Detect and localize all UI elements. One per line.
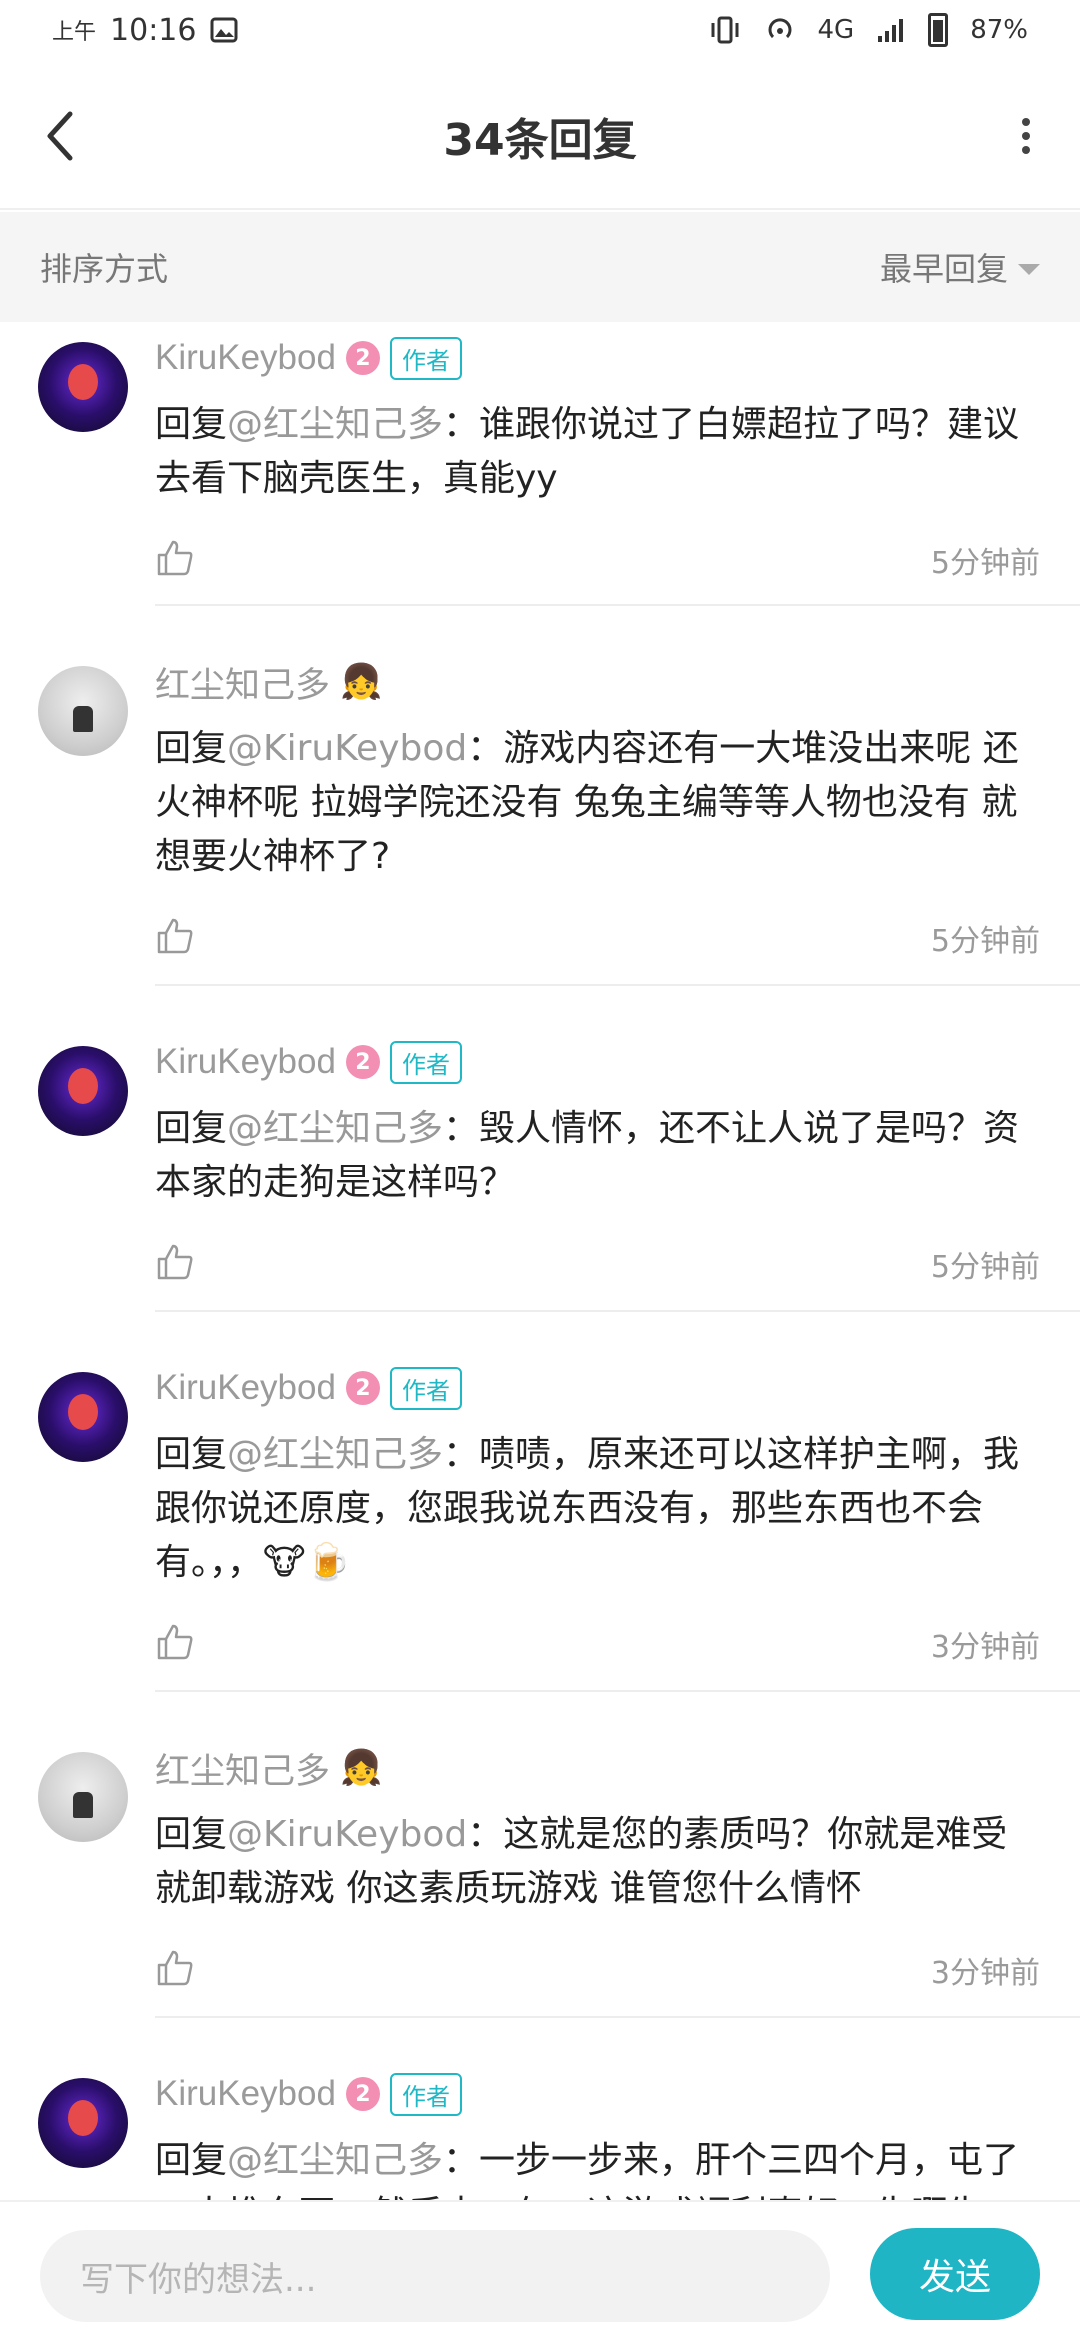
reply-time: 5分钟前 — [930, 1250, 1040, 1285]
reply-prefix: 回复 — [155, 728, 228, 769]
reply-text[interactable]: 回复@红尘知己多：啧啧，原来还可以这样护主啊，我跟你说还原度，您跟我说东西没有，… — [155, 1428, 1080, 1590]
page-title: 34条回复 — [443, 115, 637, 166]
image-icon — [210, 17, 238, 43]
author-tag: 作者 — [389, 336, 462, 380]
mention-link[interactable]: @KiruKeybod — [227, 728, 467, 769]
chevron-down-icon — [1018, 263, 1040, 275]
status-bar: 上午 10:16 4G 87% — [0, 0, 1080, 60]
status-time: 10:16 — [110, 12, 197, 48]
level-badge: 2 — [345, 341, 380, 375]
composer-bar: 写下你的想法... 发送 — [0, 2200, 1080, 2340]
sort-dropdown[interactable]: 最早回复 — [880, 244, 1040, 290]
reply-item: 红尘知己多 👧 回复@KiruKeybod：游戏内容还有一大堆没出来呢 还火神杯… — [0, 606, 1080, 986]
sort-bar: 排序方式 最早回复 — [0, 212, 1080, 322]
battery-level: 87% — [970, 15, 1028, 45]
more-options-icon[interactable] — [1010, 108, 1042, 164]
reply-text[interactable]: 回复@KiruKeybod：游戏内容还有一大堆没出来呢 还火神杯呢 拉姆学院还没… — [155, 722, 1080, 884]
reply-time: 3分钟前 — [930, 1956, 1040, 1991]
mention-link[interactable]: @KiruKeybod — [227, 1814, 467, 1855]
reply-prefix: 回复 — [155, 1434, 228, 1475]
author-tag: 作者 — [389, 1366, 462, 1410]
avatar[interactable] — [38, 1372, 128, 1462]
battery-icon — [928, 13, 949, 47]
reply-item: KiruKeybod 2 作者 回复@红尘知己多：谁跟你说过了白嫖超拉了吗？建议… — [0, 322, 1080, 606]
username[interactable]: KiruKeybod — [155, 338, 336, 378]
thumbs-up-icon[interactable] — [155, 1242, 195, 1282]
username[interactable]: KiruKeybod — [155, 1368, 336, 1408]
level-badge: 2 — [345, 1045, 380, 1079]
level-badge: 2 — [345, 2077, 380, 2111]
status-right: 4G 87% — [708, 13, 1028, 47]
reply-time: 5分钟前 — [930, 924, 1040, 959]
vibrate-icon — [711, 16, 738, 44]
thumbs-up-icon[interactable] — [155, 1622, 195, 1662]
reply-prefix: 回复 — [155, 1108, 228, 1149]
author-tag: 作者 — [389, 1040, 462, 1084]
reply-item: KiruKeybod 2 作者 回复@红尘知己多：一步一步来，肝个三四个月，屯了… — [0, 2018, 1080, 2202]
sort-value: 最早回复 — [879, 250, 1008, 288]
mention-link[interactable]: @红尘知己多 — [227, 404, 443, 445]
signal-icon — [878, 19, 904, 42]
level-badge: 2 — [345, 1371, 380, 1405]
send-button[interactable]: 发送 — [870, 2228, 1040, 2320]
hotspot-icon — [768, 18, 791, 39]
user-badge-emoji: 👧 — [340, 1748, 383, 1788]
app-bar: 34条回复 — [0, 60, 1080, 210]
thumbs-up-icon[interactable] — [155, 538, 195, 578]
reply-list[interactable]: KiruKeybod 2 作者 回复@红尘知己多：谁跟你说过了白嫖超拉了吗？建议… — [0, 322, 1080, 2202]
user-badge-emoji: 👧 — [340, 662, 383, 702]
mention-link[interactable]: @红尘知己多 — [227, 1434, 443, 1475]
thumbs-up-icon[interactable] — [155, 916, 195, 956]
network-type: 4G — [817, 15, 855, 45]
reply-item: KiruKeybod 2 作者 回复@红尘知己多：啧啧，原来还可以这样护主啊，我… — [0, 1312, 1080, 1692]
username[interactable]: KiruKeybod — [155, 1042, 336, 1082]
reply-item: KiruKeybod 2 作者 回复@红尘知己多：毁人情怀，还不让人说了是吗？资… — [0, 986, 1080, 1312]
mention-link[interactable]: @红尘知己多 — [227, 2140, 443, 2181]
sort-label: 排序方式 — [40, 250, 169, 288]
reply-prefix: 回复 — [155, 1814, 228, 1855]
reply-text[interactable]: 回复@KiruKeybod：这就是您的素质吗？你就是难受就卸载游戏 你这素质玩游… — [155, 1808, 1080, 1916]
comment-input[interactable]: 写下你的想法... — [40, 2230, 830, 2322]
username[interactable]: KiruKeybod — [155, 2074, 336, 2114]
avatar[interactable] — [38, 1752, 128, 1842]
reply-time: 3分钟前 — [930, 1630, 1040, 1665]
thumbs-up-icon[interactable] — [155, 1948, 195, 1988]
avatar[interactable] — [38, 2078, 128, 2168]
status-time-prefix: 上午 — [52, 20, 97, 45]
reply-text[interactable]: 回复@红尘知己多：毁人情怀，还不让人说了是吗？资本家的走狗是这样吗？ — [155, 1102, 1080, 1210]
author-tag: 作者 — [389, 2072, 462, 2116]
reply-time: 5分钟前 — [930, 546, 1040, 581]
reply-item: 红尘知己多 👧 回复@KiruKeybod：这就是您的素质吗？你就是难受就卸载游… — [0, 1692, 1080, 2018]
reply-prefix: 回复 — [155, 2140, 228, 2181]
status-left: 上午 10:16 — [52, 13, 238, 48]
reply-prefix: 回复 — [155, 404, 228, 445]
avatar[interactable] — [38, 666, 128, 756]
username[interactable]: 红尘知己多 — [155, 1743, 330, 1794]
username[interactable]: 红尘知己多 — [155, 657, 330, 708]
reply-text[interactable]: 回复@红尘知己多：谁跟你说过了白嫖超拉了吗？建议去看下脑壳医生，真能yy — [155, 398, 1080, 506]
avatar[interactable] — [38, 342, 128, 432]
mention-link[interactable]: @红尘知己多 — [227, 1108, 443, 1149]
reply-text[interactable]: 回复@红尘知己多：一步一步来，肝个三四个月，屯了一大堆东西，然后来一句，这游戏福… — [155, 2134, 1080, 2202]
avatar[interactable] — [38, 1046, 128, 1136]
